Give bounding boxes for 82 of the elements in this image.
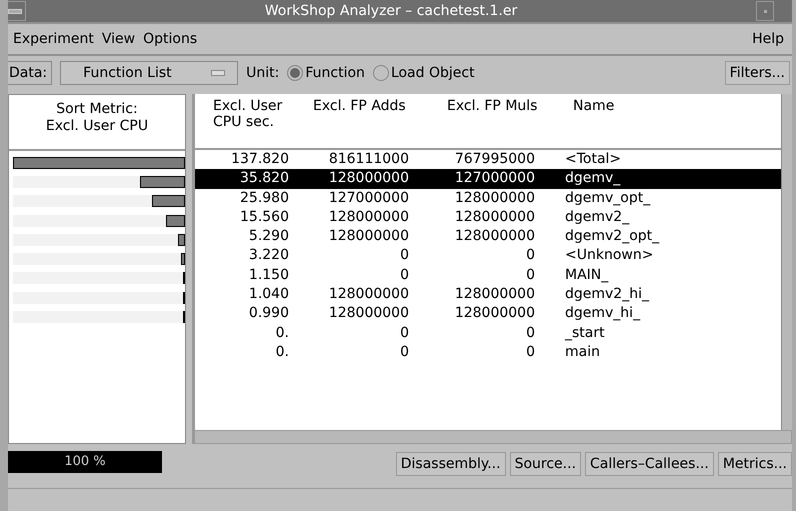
table-cell-text: 5.290 xyxy=(248,227,289,246)
table-cell-text: 0 xyxy=(399,342,409,362)
table-cell-text: MAIN_ xyxy=(564,266,608,285)
table-cell-text: 767995000 xyxy=(454,150,535,169)
data-label: Data: xyxy=(8,61,52,85)
table-cell-text: 0. xyxy=(274,342,289,362)
column-header[interactable]: Name xyxy=(551,98,614,114)
column-header[interactable]: Excl. FP Adds xyxy=(289,98,421,114)
table-cell-text: 128000000 xyxy=(454,227,535,246)
table-cell-text: 0 xyxy=(525,342,535,362)
table-cell-text: 1.150 xyxy=(248,266,289,285)
window-menu-button[interactable] xyxy=(8,1,26,21)
table-cell-text: dgemv_hi_ xyxy=(564,304,640,324)
table-cell-text: 128000000 xyxy=(328,208,409,227)
table-cell-text: 35.820 xyxy=(239,169,289,188)
table-cell-text: 0 xyxy=(525,246,535,266)
table-cell-text: dgemv_opt_ xyxy=(564,188,650,208)
dropdown-indicator-icon xyxy=(211,70,226,76)
table-row[interactable]: 35.820 128000000 127000000 dgemv_ xyxy=(195,169,781,189)
column-header[interactable]: Excl. User CPU sec. xyxy=(195,98,289,130)
table-cell-text: 128000000 xyxy=(454,304,535,324)
menu-item[interactable]: View xyxy=(102,31,136,47)
table-row[interactable]: 0. 0 0 _start xyxy=(195,324,781,343)
table-cell-text: 816111000 xyxy=(328,150,409,169)
table-cell-text: 128000000 xyxy=(454,208,535,227)
vertical-scrollbar[interactable] xyxy=(781,94,792,430)
table-cell-text: dgemv2_opt_ xyxy=(564,227,660,246)
table-row[interactable]: 3.220 0 0 <Unknown> xyxy=(195,246,781,266)
table-cell-text: 128000000 xyxy=(328,227,409,246)
table-cell-text: dgemv_ xyxy=(564,169,620,188)
table-row[interactable]: 137.820 816111000 767995000 <Total> xyxy=(195,150,781,170)
table-cell-text: 127000000 xyxy=(328,188,409,208)
table-cell-text: 128000000 xyxy=(328,285,409,304)
table-cell-text: 137.820 xyxy=(230,150,289,169)
menu-item[interactable]: Options xyxy=(143,31,198,47)
table-row[interactable]: 1.150 0 0 MAIN_ xyxy=(195,266,781,286)
metric-header: Sort Metric: xyxy=(56,101,138,118)
unit-radio[interactable]: Load Object xyxy=(372,65,475,81)
table-cell-text: 0 xyxy=(399,246,409,266)
action-button[interactable]: Metrics... xyxy=(718,452,792,476)
action-button[interactable]: Disassembly... xyxy=(396,452,506,476)
minimize-button[interactable] xyxy=(756,1,774,21)
table-cell-text: <Unknown> xyxy=(564,246,654,266)
unit-radio[interactable]: Function xyxy=(287,65,365,81)
metric-header: Excl. User CPU xyxy=(46,118,148,135)
table-cell-text: 0 xyxy=(399,324,409,343)
table-cell-text: 0 xyxy=(525,266,535,285)
table-row[interactable]: 0.990 128000000 128000000 dgemv_hi_ xyxy=(195,304,781,324)
menu-item[interactable]: Help xyxy=(752,31,784,47)
action-button[interactable]: Callers–Callees... xyxy=(585,452,714,476)
horizontal-scrollbar[interactable] xyxy=(192,430,792,444)
table-cell-text: 15.560 xyxy=(239,208,289,227)
table-cell-text: <Total> xyxy=(564,150,622,169)
table-cell-text: main xyxy=(564,342,600,362)
table-cell-text: 1.040 xyxy=(248,285,289,304)
table-row[interactable]: 5.290 128000000 128000000 dgemv2_opt_ xyxy=(195,227,781,246)
table-cell-text: dgemv2_ xyxy=(564,208,630,227)
table-cell-text: 0.990 xyxy=(248,304,289,324)
table-cell-text: 0 xyxy=(525,324,535,343)
table-row[interactable]: 15.560 128000000 128000000 dgemv2_ xyxy=(195,208,781,228)
table-cell-text: 128000000 xyxy=(328,304,409,324)
window-title: WorkShop Analyzer – cachetest.1.er xyxy=(264,3,518,19)
table-cell-text: 128000000 xyxy=(454,285,535,304)
menu-item[interactable]: Experiment xyxy=(13,31,94,47)
table-cell-text: 0 xyxy=(399,266,409,285)
table-cell-text: 128000000 xyxy=(328,169,409,188)
table-cell-text: 25.980 xyxy=(239,188,289,208)
table-cell-text: dgemv2_hi_ xyxy=(564,285,649,304)
table-row[interactable]: 25.980 127000000 128000000 dgemv_opt_ xyxy=(195,188,781,208)
table-cell-text: 0. xyxy=(274,324,289,343)
table-row[interactable]: 1.040 128000000 128000000 dgemv2_hi_ xyxy=(195,285,781,304)
filters-button[interactable]: Filters... xyxy=(724,61,790,85)
percent-indicator: 100 % xyxy=(8,451,162,473)
unit-label: Unit: xyxy=(246,65,280,81)
table-row[interactable]: 0. 0 0 main xyxy=(195,342,781,362)
column-header[interactable]: Excl. FP Muls xyxy=(421,98,551,114)
action-button[interactable]: Source... xyxy=(510,452,582,476)
table-cell-text: 3.220 xyxy=(248,246,289,266)
data-dropdown[interactable]: Function List xyxy=(60,61,238,85)
table-cell-text: _start xyxy=(564,324,605,343)
table-cell-text: 128000000 xyxy=(454,188,535,208)
table-cell-text: 127000000 xyxy=(454,169,535,188)
